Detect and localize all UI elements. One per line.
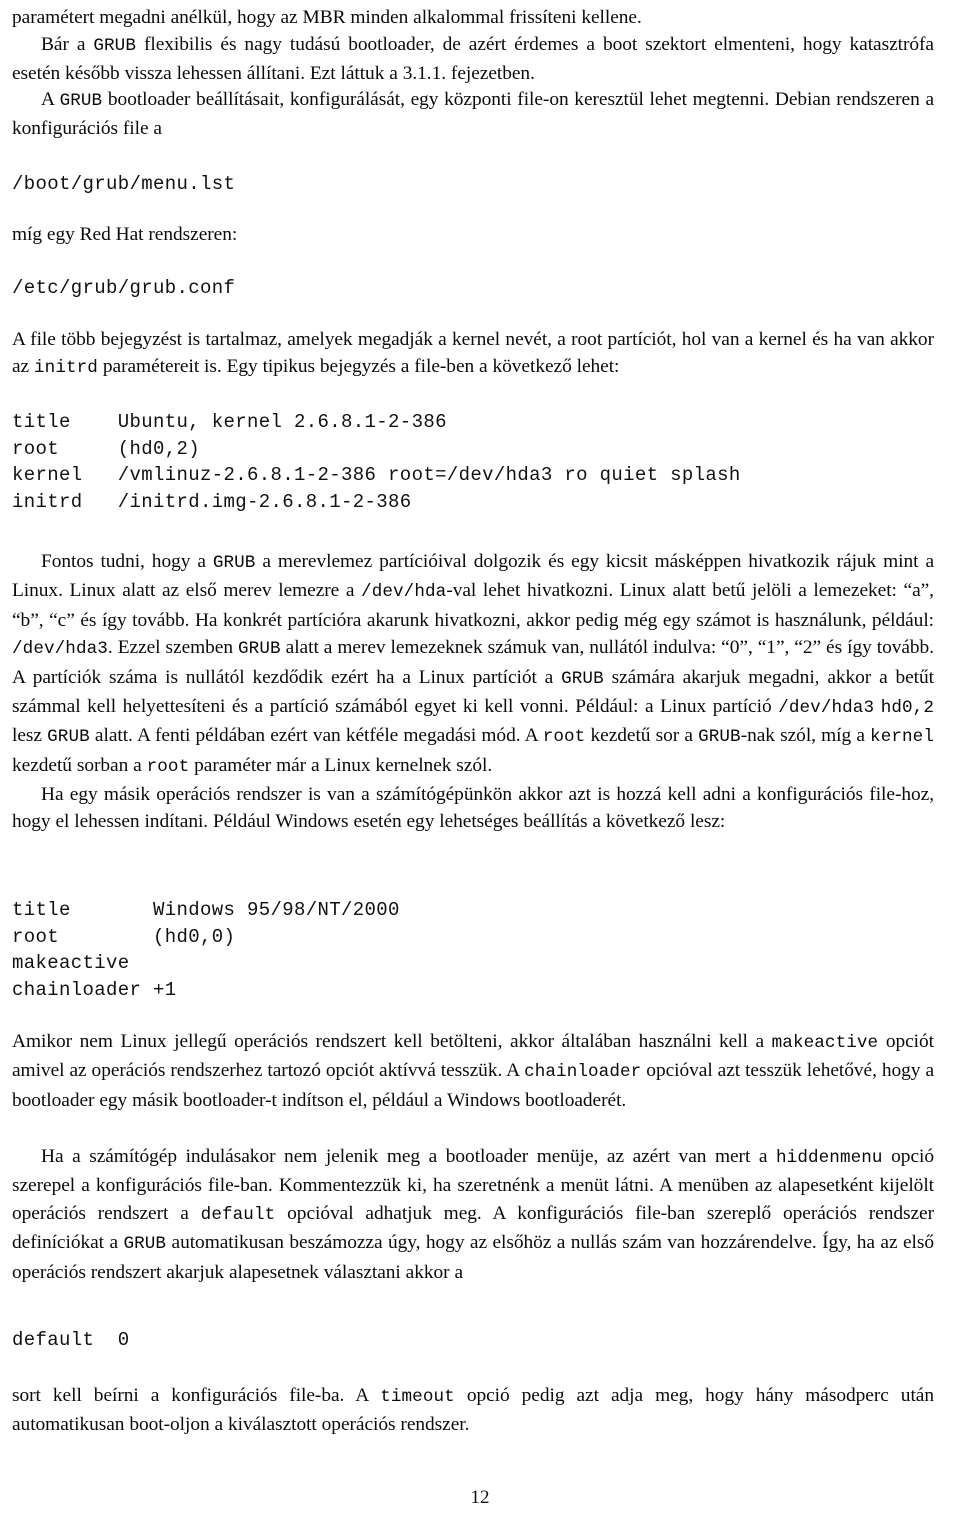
paragraph: Fontos tudni, hogy a GRUB a merevlemez p…: [12, 548, 934, 781]
code-line: root (hd0,0): [12, 925, 236, 948]
inline-code: root: [542, 727, 586, 748]
inline-code: timeout: [380, 1387, 455, 1407]
paragraph: paramétert megadni anélkül, hogy az MBR …: [12, 4, 934, 31]
inline-code: GRUB: [59, 91, 103, 111]
inline-code: /dev/hda3: [12, 639, 108, 660]
inline-code: GRUB: [561, 668, 604, 689]
inline-code: makeactive: [771, 1033, 879, 1053]
code-line: kernel /vmlinuz-2.6.8.1-2-386 root=/dev/…: [12, 464, 741, 486]
code-line: title Ubuntu, kernel 2.6.8.1-2-386: [12, 411, 447, 433]
text-run: paramétert megadni anélkül, hogy az MBR …: [12, 7, 642, 28]
text-run: A: [41, 89, 60, 110]
inline-code: GRUB: [698, 727, 741, 748]
inline-code: hiddenmenu: [776, 1148, 883, 1168]
code-block: default 0: [12, 1327, 934, 1353]
text-run: lesz: [12, 725, 48, 747]
paragraph: Amikor nem Linux jellegű operációs rends…: [12, 1028, 934, 1114]
text-run: [874, 696, 881, 717]
code-block: title Ubuntu, kernel 2.6.8.1-2-386 root …: [12, 409, 934, 515]
text-run: Ha a számítógép indulásakor nem jelenik …: [41, 1146, 776, 1167]
inline-code: GRUB: [212, 553, 256, 573]
text-run: Bár a: [41, 34, 94, 55]
inline-code: /dev/hda: [361, 582, 447, 603]
text-run: Amikor nem Linux jellegű operációs rends…: [12, 1031, 772, 1052]
text-run: Ha egy másik operációs rendszer is van a…: [12, 784, 934, 833]
code-line: root (hd0,2): [12, 437, 201, 460]
text-run: paramétereit is. Egy tipikus bejegyzés a…: [97, 356, 620, 378]
code-block: title Windows 95/98/NT/2000 root (hd0,0)…: [12, 897, 934, 1003]
inline-code: /dev/hda3: [778, 698, 875, 719]
paragraph: sort kell beírni a konfigurációs file-ba…: [12, 1382, 934, 1439]
paragraph: A file több bejegyzést is tartalmaz, ame…: [12, 326, 934, 383]
text-run: kezdetű sor a: [585, 725, 699, 747]
text-run: . Ezzel szemben: [107, 637, 239, 659]
text-run: -nak szól, míg a: [740, 725, 871, 747]
inline-code: hd0,2: [880, 698, 934, 719]
paragraph: Ha a számítógép indulásakor nem jelenik …: [12, 1143, 934, 1286]
inline-code: kernel: [870, 727, 934, 748]
inline-code: GRUB: [47, 727, 90, 748]
code-line: makeactive: [12, 952, 130, 974]
inline-code: initrd: [34, 358, 98, 379]
text-run: kezdetű sorban a: [12, 754, 147, 776]
code-line: default 0: [12, 1329, 130, 1351]
code-block: /etc/grub/grub.conf: [12, 275, 934, 301]
page-number: 12: [470, 1487, 490, 1508]
document-page: paramétert megadni anélkül, hogy az MBR …: [0, 0, 960, 1515]
inline-code: root: [146, 756, 190, 777]
text-run: sort kell beírni a konfigurációs file-ba…: [12, 1385, 381, 1406]
text-run: paraméter már a Linux kernelnek szól.: [189, 754, 493, 776]
code-line: chainloader +1: [12, 978, 177, 1001]
paragraph: míg egy Red Hat rendszeren:: [12, 221, 934, 248]
code-line: /boot/grub/menu.lst: [12, 173, 236, 195]
paragraph: Ha egy másik operációs rendszer is van a…: [12, 781, 934, 836]
paragraph: A GRUB bootloader beállításait, konfigur…: [12, 86, 934, 143]
code-line: /etc/grub/grub.conf: [12, 277, 236, 299]
code-line: title Windows 95/98/NT/2000: [12, 899, 400, 921]
inline-code: GRUB: [238, 639, 281, 660]
code-line: initrd /initrd.img-2.6.8.1-2-386: [12, 490, 412, 513]
inline-code: GRUB: [93, 36, 136, 56]
text-run: flexibilis és nagy tudású bootloader, de…: [12, 34, 934, 85]
paragraph: Bár a GRUB flexibilis és nagy tudású boo…: [12, 31, 934, 88]
code-block: /boot/grub/menu.lst: [12, 171, 934, 197]
text-run: alatt. A fenti példában ezért van kétfél…: [89, 725, 543, 747]
inline-code: GRUB: [123, 1234, 167, 1255]
inline-code: chainloader: [524, 1062, 642, 1083]
text-run: Fontos tudni, hogy a: [41, 551, 213, 572]
inline-code: default: [200, 1204, 276, 1225]
text-run: míg egy Red Hat rendszeren:: [12, 224, 238, 245]
text-run: bootloader beállításait, konfigurálását,…: [12, 89, 934, 140]
